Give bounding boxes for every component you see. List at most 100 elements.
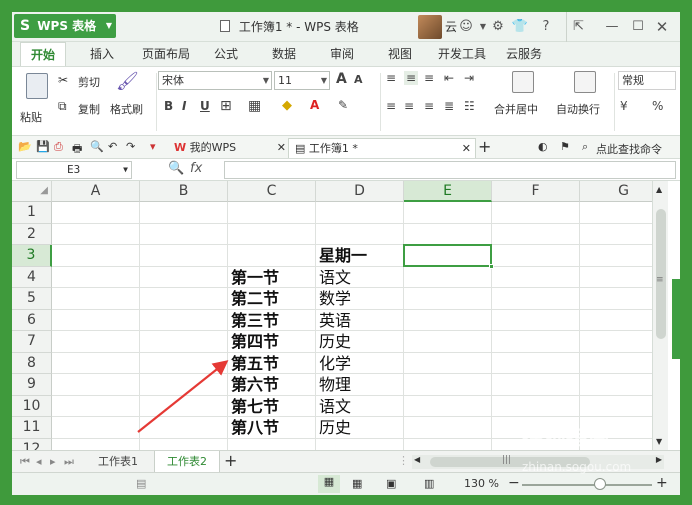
zoom-value[interactable]: 130 %	[464, 477, 499, 490]
row-header-11[interactable]: 11	[12, 417, 52, 439]
reading-mode-icon[interactable]: ▥	[424, 477, 434, 490]
cell-a7[interactable]	[52, 331, 140, 353]
cell-a4[interactable]	[52, 266, 140, 288]
app-menu-button[interactable]: S WPS 表格 ▼	[14, 14, 116, 38]
select-all-corner[interactable]: ◢	[12, 181, 52, 202]
cell-f7[interactable]	[492, 331, 580, 353]
format-painter-button[interactable]: 格式刷	[110, 101, 143, 117]
cell-g1[interactable]	[580, 202, 652, 224]
cell-c6[interactable]: 第三节	[228, 309, 316, 331]
formula-input[interactable]	[224, 161, 676, 179]
cell-b11[interactable]	[140, 417, 228, 439]
underline-button[interactable]: U	[200, 99, 210, 113]
cell-c7[interactable]: 第四节	[228, 331, 316, 353]
align-left-icon[interactable]: ≡	[386, 99, 396, 113]
cell-f9[interactable]	[492, 374, 580, 396]
font-color-icon[interactable]: A	[310, 98, 319, 112]
cell-e7[interactable]	[404, 331, 492, 353]
search-icon[interactable]: ⌕	[582, 140, 588, 154]
cell-a10[interactable]	[52, 395, 140, 417]
cell-g2[interactable]	[580, 224, 652, 245]
cell-e11[interactable]	[404, 417, 492, 439]
redo-icon[interactable]: ↷	[126, 140, 135, 153]
page-layout-view-icon[interactable]: ▦	[352, 477, 362, 490]
cell-b2[interactable]	[140, 223, 228, 245]
wrap-text-icon[interactable]	[574, 71, 596, 93]
column-header-d[interactable]: D	[316, 181, 404, 202]
tab-view[interactable]: 视图	[388, 42, 412, 66]
cell-a2[interactable]	[52, 223, 140, 245]
cell-d3[interactable]: 星期一	[316, 245, 404, 267]
font-shrink-button[interactable]: A	[354, 73, 363, 86]
distributed-icon[interactable]: ☷	[464, 99, 475, 113]
first-sheet-icon[interactable]: ⏮	[20, 455, 30, 469]
row-header-2[interactable]: 2	[12, 223, 52, 245]
borders-icon[interactable]: ⊞	[220, 98, 232, 114]
cell-e4[interactable]	[404, 266, 492, 288]
avatar[interactable]	[418, 15, 442, 39]
cell-c11[interactable]: 第八节	[228, 417, 316, 439]
tab-insert[interactable]: 插入	[90, 42, 114, 66]
customize-icon[interactable]: ▾	[150, 140, 156, 153]
save-icon[interactable]: 💾	[36, 140, 50, 153]
copy-icon[interactable]: ⧉	[58, 99, 67, 114]
cell-f1[interactable]	[492, 202, 580, 224]
cell-a9[interactable]	[52, 374, 140, 396]
normal-view-icon[interactable]: ▦	[318, 475, 340, 493]
scroll-left-icon[interactable]: ◀	[414, 455, 420, 464]
cell-c1[interactable]	[228, 202, 316, 224]
row-header-6[interactable]: 6	[12, 309, 52, 331]
macro-icon[interactable]: ▤	[136, 477, 146, 490]
column-header-f[interactable]: F	[492, 181, 580, 202]
row-header-8[interactable]: 8	[12, 352, 52, 374]
cell-d6[interactable]: 英语	[316, 309, 404, 331]
print-preview-icon[interactable]: 🔍	[90, 140, 104, 153]
cell-a6[interactable]	[52, 309, 140, 331]
cell-e5[interactable]	[404, 288, 492, 310]
cell-c12[interactable]	[228, 438, 316, 450]
cell-d1[interactable]	[316, 202, 404, 224]
cell-d4[interactable]: 语文	[316, 266, 404, 288]
percent-button[interactable]: %	[652, 99, 663, 113]
fx-button[interactable]: fx	[190, 161, 202, 176]
cell-e9[interactable]	[404, 374, 492, 396]
cell-g7[interactable]	[580, 331, 652, 353]
cell-g3[interactable]	[580, 245, 652, 267]
doc-tab-workbook[interactable]: ▤ 工作簿1 * ✕	[288, 138, 476, 158]
skin-icon[interactable]: 👕	[510, 12, 530, 42]
font-size-select[interactable]: 11 ▼	[274, 71, 330, 90]
column-header-a[interactable]: A	[52, 181, 140, 202]
bold-button[interactable]: B	[164, 99, 173, 113]
cell-f4[interactable]	[492, 266, 580, 288]
cell-c2[interactable]	[228, 223, 316, 245]
vertical-scrollbar[interactable]: ▲ ≡ ▼	[652, 181, 668, 450]
cell-a3[interactable]	[52, 245, 140, 267]
export-pdf-icon[interactable]: ⎙	[54, 140, 63, 154]
cell-b6[interactable]	[140, 309, 228, 331]
tab-page-layout[interactable]: 页面布局	[142, 42, 190, 66]
row-header-12[interactable]: 12	[12, 438, 52, 450]
scroll-up-icon[interactable]: ▲	[656, 185, 662, 194]
side-panel-toggle[interactable]	[672, 279, 680, 359]
format-painter-icon[interactable]: 🖌	[116, 71, 139, 92]
font-grow-button[interactable]: A	[336, 71, 347, 87]
flag-icon[interactable]: ⚑	[560, 140, 570, 153]
cell-b12[interactable]	[140, 438, 228, 450]
command-search[interactable]: 点此查找命令	[596, 141, 662, 157]
justify-icon[interactable]: ≣	[444, 99, 454, 113]
cell-c9[interactable]: 第六节	[228, 374, 316, 396]
cell-g10[interactable]	[580, 396, 652, 417]
user-name[interactable]: 云	[445, 12, 457, 42]
cell-a1[interactable]	[52, 202, 140, 224]
italic-button[interactable]: I	[182, 99, 186, 113]
close-icon[interactable]: ✕	[462, 139, 471, 159]
wrap-text-button[interactable]: 自动换行	[556, 101, 600, 117]
cell-b10[interactable]	[140, 395, 228, 417]
cell-e10[interactable]	[404, 395, 492, 417]
cell-a12[interactable]	[52, 438, 140, 450]
font-name-select[interactable]: 宋体 ▼	[158, 71, 272, 90]
cell-b5[interactable]	[140, 288, 228, 310]
merge-center-button[interactable]: 合并居中	[494, 101, 538, 117]
cell-g5[interactable]	[580, 288, 652, 310]
align-right-icon[interactable]: ≡	[424, 99, 434, 113]
